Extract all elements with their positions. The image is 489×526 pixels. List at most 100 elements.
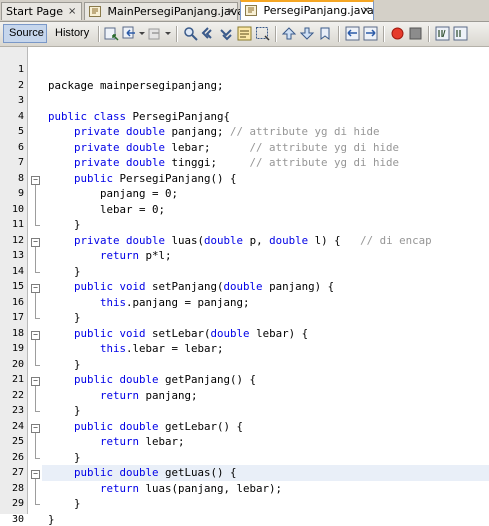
tab-label: MainPersegiPanjang.java [107,5,244,18]
line-number: 2 [17,79,24,91]
uncomment-icon[interactable] [453,26,468,41]
code-line[interactable]: public PersegiPanjang() { [48,172,237,185]
code-line[interactable]: private double tinggi; // attribute yg d… [48,156,399,169]
code-line[interactable]: package mainpersegipanjang; [48,79,224,92]
fold-toggle-icon[interactable]: − [31,330,40,340]
fold-guide-line [35,479,36,504]
code-token: lebar = 0; [48,202,166,216]
fold-toggle-icon[interactable]: − [31,423,40,433]
chevron-down-icon[interactable] [164,26,172,41]
close-icon[interactable]: × [227,3,235,20]
history-button[interactable]: History [50,24,94,43]
line-number: 8 [17,172,24,184]
find-next-icon[interactable] [219,26,234,41]
code-line[interactable]: } [48,404,81,417]
line-number: 21 [11,374,24,385]
fold-toggle-icon[interactable]: − [31,175,40,185]
code-line[interactable]: } [48,358,81,371]
keyword-token: return [100,435,146,448]
code-token: getPanjang() { [165,373,257,386]
code-token: panjang = 0; [48,187,179,200]
code-line[interactable]: return p*l; [48,249,172,262]
code-line[interactable]: } [48,218,81,231]
code-line[interactable]: return panjang; [48,389,198,402]
code-line[interactable]: return lebar; [48,435,185,448]
keyword-token: return [100,388,146,402]
find-selection-icon[interactable] [183,26,198,41]
keyword-token: private double [74,140,172,154]
code-line[interactable]: } [48,311,81,324]
toggle-bookmark-icon[interactable] [318,26,333,41]
code-line[interactable]: private double lebar; // attribute yg di… [48,141,399,154]
fold-toggle-icon[interactable]: − [31,470,40,479]
fold-guide-line [35,293,36,318]
code-line[interactable]: private double panjang; // attribute yg … [48,125,380,138]
fold-toggle-icon[interactable]: − [31,237,40,247]
code-token: } [48,450,81,464]
code-line[interactable]: } [48,265,81,278]
code-line[interactable]: } [48,497,81,510]
code-token: } [48,512,55,526]
code-line[interactable]: lebar = 0; [48,203,165,216]
rectangular-selection-icon[interactable] [255,26,270,41]
close-icon[interactable]: × [68,3,76,20]
code-line[interactable]: this.lebar = lebar; [48,342,224,355]
line-number: 9 [17,188,24,199]
line-number: 18 [11,327,24,339]
fold-end-marker [35,457,40,459]
keyword-token: double [204,233,250,247]
code-line[interactable]: public double getPanjang() { [48,373,256,386]
tab-start-page[interactable]: Start Page × [1,2,82,20]
line-number: 22 [11,389,24,401]
code-line[interactable]: return luas(panjang, lebar); [48,482,282,495]
keyword-token: return [100,249,146,262]
code-editor[interactable]: 1 2 3 4 5 6 7 8 9 10 11 12 13 14 15 16 17 18 19 20 21 22 23 24 2… [0,47,489,526]
code-line[interactable]: public class PersegiPanjang{ [48,110,230,123]
code-token: l) { [314,233,361,247]
code-line[interactable]: public void setPanjang(double panjang) { [48,280,334,293]
code-line[interactable]: public void setLebar(double lebar) { [48,327,308,340]
code-token: } [48,218,81,231]
code-token: panjang) { [269,280,335,293]
next-bookmark-icon[interactable] [300,26,315,41]
forward-icon[interactable] [148,26,163,41]
code-token: } [48,404,81,417]
source-button[interactable]: Source [3,24,47,43]
shift-right-icon[interactable] [363,26,378,41]
shift-left-icon[interactable] [345,26,360,41]
find-previous-icon[interactable] [201,26,216,41]
line-number: 7 [17,157,24,168]
toggle-highlight-icon[interactable] [237,26,252,41]
code-line[interactable]: this.panjang = panjang; [48,296,250,309]
keyword-token: double [210,326,257,340]
close-icon[interactable]: × [362,2,370,19]
fold-toggle-icon[interactable]: − [31,284,40,293]
fold-end-marker [35,364,40,366]
code-token: } [48,497,81,510]
comment-icon[interactable] [435,26,450,41]
last-edit-icon[interactable] [104,26,119,41]
keyword-token: private double [74,233,172,247]
code-line[interactable]: } [48,513,55,526]
start-macro-recording-icon[interactable] [390,26,405,41]
stop-macro-recording-icon[interactable] [408,26,423,41]
previous-bookmark-icon[interactable] [282,26,297,41]
fold-toggle-icon[interactable]: − [31,377,40,386]
tab-main-persegi-panjang[interactable]: MainPersegiPanjang.java × [84,2,244,20]
code-line[interactable]: panjang = 0; [48,187,178,200]
code-line[interactable]: public double getLuas() { [48,466,237,479]
code-line[interactable]: public double getLebar() { [48,420,243,433]
code-line[interactable]: private double luas(double p, double l) … [48,234,432,247]
tab-persegi-panjang[interactable]: PersegiPanjang.java × [240,0,374,20]
tab-label: Start Page [6,5,63,18]
chevron-down-icon[interactable] [138,26,146,41]
code-line[interactable]: } [48,451,81,464]
back-icon[interactable] [122,26,137,41]
code-token: tinggi; [171,156,250,169]
